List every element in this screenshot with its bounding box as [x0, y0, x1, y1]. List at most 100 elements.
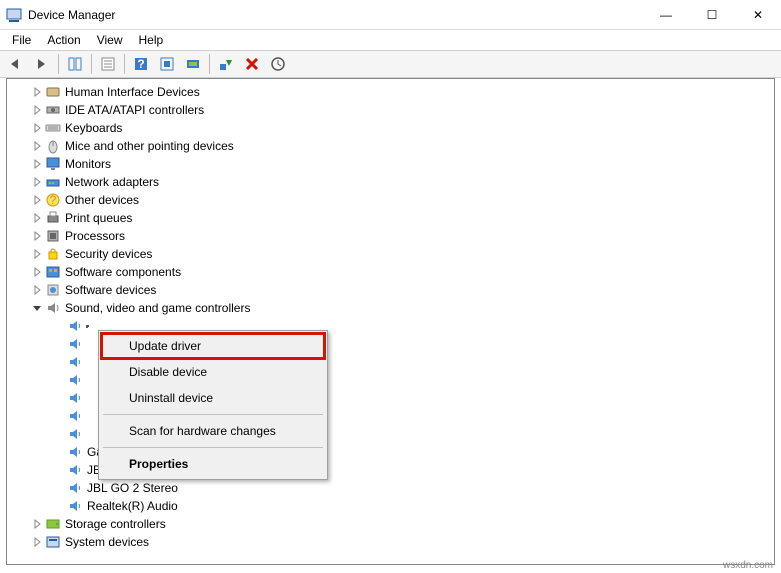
chevron-right-icon — [53, 428, 65, 440]
device-tree[interactable]: Human Interface Devices IDE ATA/ATAPI con… — [7, 79, 774, 564]
tree-item[interactable]: Security devices — [7, 245, 774, 263]
toolbar-show-hide-button[interactable] — [63, 52, 87, 76]
toolbar-back-button[interactable] — [4, 52, 28, 76]
toolbar-scan-changes-button[interactable] — [266, 52, 290, 76]
chevron-down-icon[interactable] — [31, 302, 43, 314]
chevron-right-icon — [53, 482, 65, 494]
tree-item[interactable]: Software devices — [7, 281, 774, 299]
speaker-icon — [67, 354, 83, 370]
tree-item[interactable]: Monitors — [7, 155, 774, 173]
tree-item[interactable]: Processors — [7, 227, 774, 245]
printer-icon — [45, 210, 61, 226]
toolbar-forward-button[interactable] — [30, 52, 54, 76]
chevron-right-icon[interactable] — [31, 284, 43, 296]
tree-item[interactable]: Software components — [7, 263, 774, 281]
tree-item[interactable]: Print queues — [7, 209, 774, 227]
device-tree-container: Human Interface Devices IDE ATA/ATAPI con… — [6, 78, 775, 565]
tree-item-label: Network adapters — [65, 175, 159, 189]
ide-icon — [45, 102, 61, 118]
speaker-icon — [67, 480, 83, 496]
tree-item[interactable]: Sound, video and game controllers — [7, 299, 774, 317]
chevron-right-icon[interactable] — [31, 212, 43, 224]
chevron-right-icon — [53, 500, 65, 512]
context-uninstall-device[interactable]: Uninstall device — [101, 385, 325, 411]
tree-item-label: Other devices — [65, 193, 139, 207]
sound-icon — [45, 300, 61, 316]
chevron-right-icon[interactable] — [31, 536, 43, 548]
storage-icon — [45, 516, 61, 532]
speaker-icon — [67, 318, 83, 334]
menubar: File Action View Help — [0, 30, 781, 50]
tree-item-label: Processors — [65, 229, 125, 243]
toolbar-separator — [91, 54, 92, 74]
chevron-right-icon[interactable] — [31, 176, 43, 188]
chevron-right-icon[interactable] — [31, 140, 43, 152]
tree-item[interactable]: Storage controllers — [7, 515, 774, 533]
swcomp-icon — [45, 264, 61, 280]
tree-item-label: Human Interface Devices — [65, 85, 200, 99]
chevron-right-icon — [53, 374, 65, 386]
hid-icon — [45, 84, 61, 100]
tree-item[interactable]: JBL GO 2 Stereo — [7, 479, 774, 497]
menu-file[interactable]: File — [4, 31, 39, 49]
speaker-icon — [67, 336, 83, 352]
toolbar-update-button[interactable] — [155, 52, 179, 76]
chevron-right-icon[interactable] — [31, 518, 43, 530]
context-disable-device[interactable]: Disable device — [101, 359, 325, 385]
toolbar-properties-button[interactable] — [96, 52, 120, 76]
speaker-icon — [67, 462, 83, 478]
chevron-right-icon — [53, 464, 65, 476]
context-menu: Update driver Disable device Uninstall d… — [98, 330, 328, 480]
tree-item-label: IDE ATA/ATAPI controllers — [65, 103, 204, 117]
tree-item[interactable]: Network adapters — [7, 173, 774, 191]
minimize-button[interactable]: — — [643, 0, 689, 30]
toolbar-scan-button[interactable] — [181, 52, 205, 76]
tree-item[interactable]: Human Interface Devices — [7, 83, 774, 101]
speaker-icon — [67, 408, 83, 424]
context-update-driver[interactable]: Update driver — [101, 333, 325, 359]
tree-item-label: Mice and other pointing devices — [65, 139, 234, 153]
tree-item-label: Software devices — [65, 283, 156, 297]
tree-item[interactable]: Mice and other pointing devices — [7, 137, 774, 155]
maximize-button[interactable]: ☐ — [689, 0, 735, 30]
toolbar-help-button[interactable]: ? — [129, 52, 153, 76]
swdev-icon — [45, 282, 61, 298]
chevron-right-icon[interactable] — [31, 194, 43, 206]
chevron-right-icon[interactable] — [31, 158, 43, 170]
tree-item[interactable]: System devices — [7, 533, 774, 551]
close-button[interactable]: ✕ — [735, 0, 781, 30]
tree-item[interactable]: Keyboards — [7, 119, 774, 137]
speaker-icon — [67, 390, 83, 406]
tree-item[interactable]: ?Other devices — [7, 191, 774, 209]
context-scan-hardware[interactable]: Scan for hardware changes — [101, 418, 325, 444]
chevron-right-icon[interactable] — [31, 104, 43, 116]
tree-item-label: Monitors — [65, 157, 111, 171]
menu-view[interactable]: View — [89, 31, 131, 49]
tree-item-label: Print queues — [65, 211, 132, 225]
toolbar-enable-button[interactable] — [214, 52, 238, 76]
chevron-right-icon[interactable] — [31, 248, 43, 260]
monitor-icon — [45, 156, 61, 172]
attribution-text: wsxdn.com — [723, 560, 773, 571]
chevron-right-icon[interactable] — [31, 122, 43, 134]
chevron-right-icon[interactable] — [31, 230, 43, 242]
mouse-icon — [45, 138, 61, 154]
tree-item-label: Sound, video and game controllers — [65, 301, 250, 315]
toolbar-separator — [58, 54, 59, 74]
context-properties[interactable]: Properties — [101, 451, 325, 477]
tree-item-label: Keyboards — [65, 121, 122, 135]
speaker-icon — [67, 498, 83, 514]
tree-item[interactable]: Realtek(R) Audio — [7, 497, 774, 515]
tree-item-label: Storage controllers — [65, 517, 166, 531]
chevron-right-icon — [53, 410, 65, 422]
toolbar-uninstall-button[interactable] — [240, 52, 264, 76]
titlebar: Device Manager — ☐ ✕ — [0, 0, 781, 30]
chevron-right-icon[interactable] — [31, 86, 43, 98]
chevron-right-icon[interactable] — [31, 266, 43, 278]
toolbar-separator — [209, 54, 210, 74]
window-title: Device Manager — [28, 8, 643, 22]
menu-help[interactable]: Help — [131, 31, 172, 49]
tree-item[interactable]: IDE ATA/ATAPI controllers — [7, 101, 774, 119]
speaker-icon — [67, 426, 83, 442]
menu-action[interactable]: Action — [39, 31, 88, 49]
